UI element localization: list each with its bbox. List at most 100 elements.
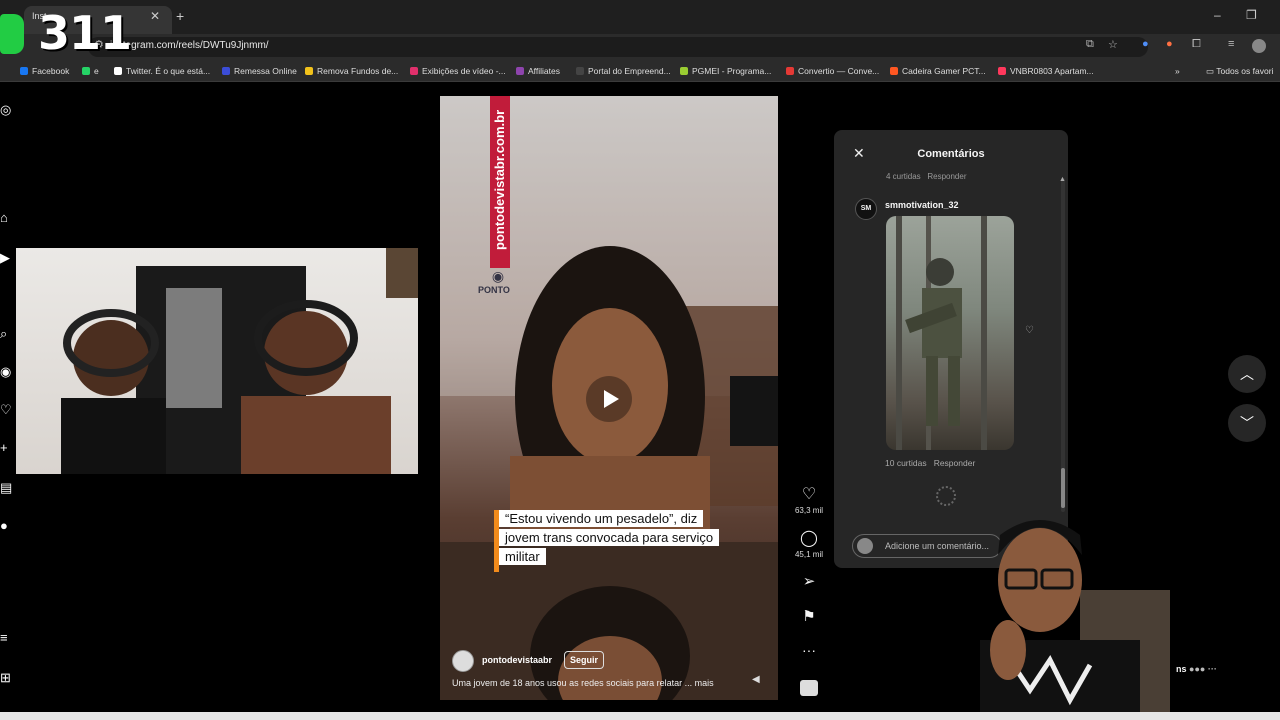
convertio-icon — [786, 67, 794, 75]
share-icon[interactable]: ➢ — [794, 572, 824, 590]
mute-icon[interactable]: ◀ — [752, 674, 760, 685]
reply-link[interactable]: Responder — [927, 172, 966, 181]
news-caption: “Estou vivendo um pesadelo”, diz jovem t… — [494, 510, 738, 572]
menu-icon[interactable]: ≡ — [1228, 38, 1234, 50]
webcam-scene — [980, 520, 1170, 720]
commenter-avatar[interactable]: SM — [855, 198, 877, 220]
create-icon[interactable]: + — [0, 440, 8, 455]
author-avatar[interactable] — [452, 650, 474, 672]
caption-line: militar — [499, 548, 546, 565]
bookmark-item[interactable]: Twitter. É o que está... — [114, 66, 210, 76]
extensions-puzzle-icon[interactable]: ⧠ — [1192, 38, 1201, 51]
webcam-scene — [61, 248, 418, 474]
more-options-icon[interactable]: ··· — [794, 642, 824, 658]
previous-comment-meta: 4 curtidas Responder — [886, 172, 967, 181]
like-button[interactable]: ♡ 63,3 mil — [794, 484, 824, 515]
bookmark-item[interactable]: Remova Fundos de... — [305, 66, 398, 76]
user-avatar — [857, 538, 873, 554]
author-name[interactable]: pontodevistaabr — [482, 655, 552, 665]
messages-button[interactable]: ns ●●● ··· — [1176, 664, 1217, 674]
bookmarks-overflow[interactable]: » — [1175, 66, 1180, 76]
bookmark-item[interactable]: Exibições de vídeo -... — [410, 66, 506, 76]
comment-media-scene — [896, 216, 987, 450]
more-link[interactable]: mais — [695, 678, 714, 688]
bookmark-item[interactable]: Affiliates — [516, 66, 560, 76]
scrollbar-track[interactable] — [1061, 178, 1065, 512]
bookmark-item[interactable]: PGMEI - Programa... — [680, 66, 771, 76]
reel-description[interactable]: Uma jovem de 18 anos usou as redes socia… — [452, 678, 714, 688]
x-icon — [114, 67, 122, 75]
affiliates-icon — [516, 67, 524, 75]
extension-icon[interactable]: ● — [1166, 38, 1173, 50]
tab-strip — [0, 0, 1280, 34]
commenter-username[interactable]: smmotivation_32 — [885, 200, 959, 210]
ponto-logo: ◉ PONTO — [478, 268, 518, 304]
comment-likes: 10 curtidas — [885, 458, 927, 468]
search-icon[interactable]: ⌕ — [0, 326, 7, 342]
install-app-icon[interactable]: ⧉ — [1086, 38, 1094, 51]
instagram-icon — [410, 67, 418, 75]
scroll-up-icon[interactable]: ▲ — [1059, 176, 1066, 183]
audio-thumbnail[interactable] — [800, 680, 818, 696]
tab-close-icon[interactable]: ✕ — [150, 9, 160, 23]
pgmei-icon — [680, 67, 688, 75]
caption-line: jovem trans convocada para serviço — [499, 529, 720, 546]
bookmark-star-icon[interactable]: ☆ — [1108, 38, 1118, 51]
folder-icon: ▭ — [1206, 66, 1217, 76]
bookmark-item[interactable]: Portal do Empreend... — [576, 66, 671, 76]
home-icon[interactable]: ⌂ — [0, 210, 8, 225]
extension-icon[interactable]: ● — [1142, 38, 1149, 50]
play-button[interactable] — [586, 376, 632, 422]
like-count: 63,3 mil — [794, 506, 823, 515]
overlay-counter: 311 — [38, 6, 132, 60]
comment-button[interactable]: ◯ 45,1 mil — [794, 528, 824, 559]
heart-icon: ♡ — [801, 486, 817, 503]
bookmark-item[interactable]: Convertio — Conve... — [786, 66, 879, 76]
dashboard-icon[interactable]: ▤ — [0, 480, 12, 496]
chevron-up-icon: ︿ — [1240, 366, 1254, 382]
reply-link[interactable]: Responder — [934, 458, 976, 468]
profile-avatar[interactable] — [1252, 39, 1266, 53]
more-menu-icon[interactable]: ≡ — [0, 630, 8, 645]
os-taskbar — [0, 712, 1280, 720]
comment-media[interactable] — [886, 216, 1014, 450]
apps-icon[interactable]: ⊞ — [0, 670, 11, 686]
profile-icon[interactable]: ● — [0, 518, 8, 533]
remessa-icon — [222, 67, 230, 75]
comment-icon: ◯ — [800, 530, 818, 547]
like-comment-icon[interactable]: ♡ — [1025, 325, 1034, 336]
save-icon[interactable]: ⚑ — [794, 607, 824, 625]
comments-title: Comentários — [917, 148, 985, 160]
all-favorites-folder[interactable]: ▭ Todos os favori — [1206, 66, 1273, 77]
airbnb-icon — [998, 67, 1006, 75]
new-tab-icon[interactable]: + — [176, 8, 184, 24]
shop-icon — [890, 67, 898, 75]
follow-button[interactable]: Seguir — [564, 651, 605, 669]
notifications-icon[interactable]: ♡ — [0, 402, 12, 418]
explore-icon[interactable]: ◉ — [0, 364, 11, 380]
maximize-icon[interactable]: ❐ — [1246, 8, 1257, 22]
watermark-text: pontodevistabr.com.br — [492, 109, 507, 250]
message-avatars: ●●● ··· — [1189, 664, 1217, 674]
chevron-down-icon: ﹀ — [1240, 415, 1254, 431]
webcam-feed-right — [930, 500, 1190, 720]
bookmark-item[interactable]: VNBR0803 Apartam... — [998, 66, 1094, 76]
eye-icon: ◉ — [491, 268, 505, 284]
whatsapp-icon — [82, 67, 90, 75]
next-reel-button[interactable]: ﹀ — [1228, 404, 1266, 442]
overlay-badge — [0, 14, 24, 54]
facebook-icon — [20, 67, 28, 75]
webcam-feed-left — [16, 248, 418, 474]
bookmark-item[interactable]: Cadeira Gamer PCT... — [890, 66, 986, 76]
bookmark-item[interactable]: Facebook — [20, 66, 69, 76]
previous-reel-button[interactable]: ︿ — [1228, 355, 1266, 393]
reels-icon[interactable]: ▶ — [0, 250, 10, 266]
bookmark-item[interactable]: e — [82, 66, 99, 76]
comment-meta: 10 curtidas Responder — [885, 458, 975, 468]
url-text[interactable]: instagram.com/reels/DWTu9Jjnmm/ — [110, 40, 269, 51]
gov-icon — [576, 67, 584, 75]
play-icon — [604, 390, 619, 408]
instagram-logo-icon[interactable]: ◎ — [0, 102, 11, 118]
bookmark-item[interactable]: Remessa Online — [222, 66, 297, 76]
minimize-icon[interactable]: – — [1214, 8, 1221, 22]
